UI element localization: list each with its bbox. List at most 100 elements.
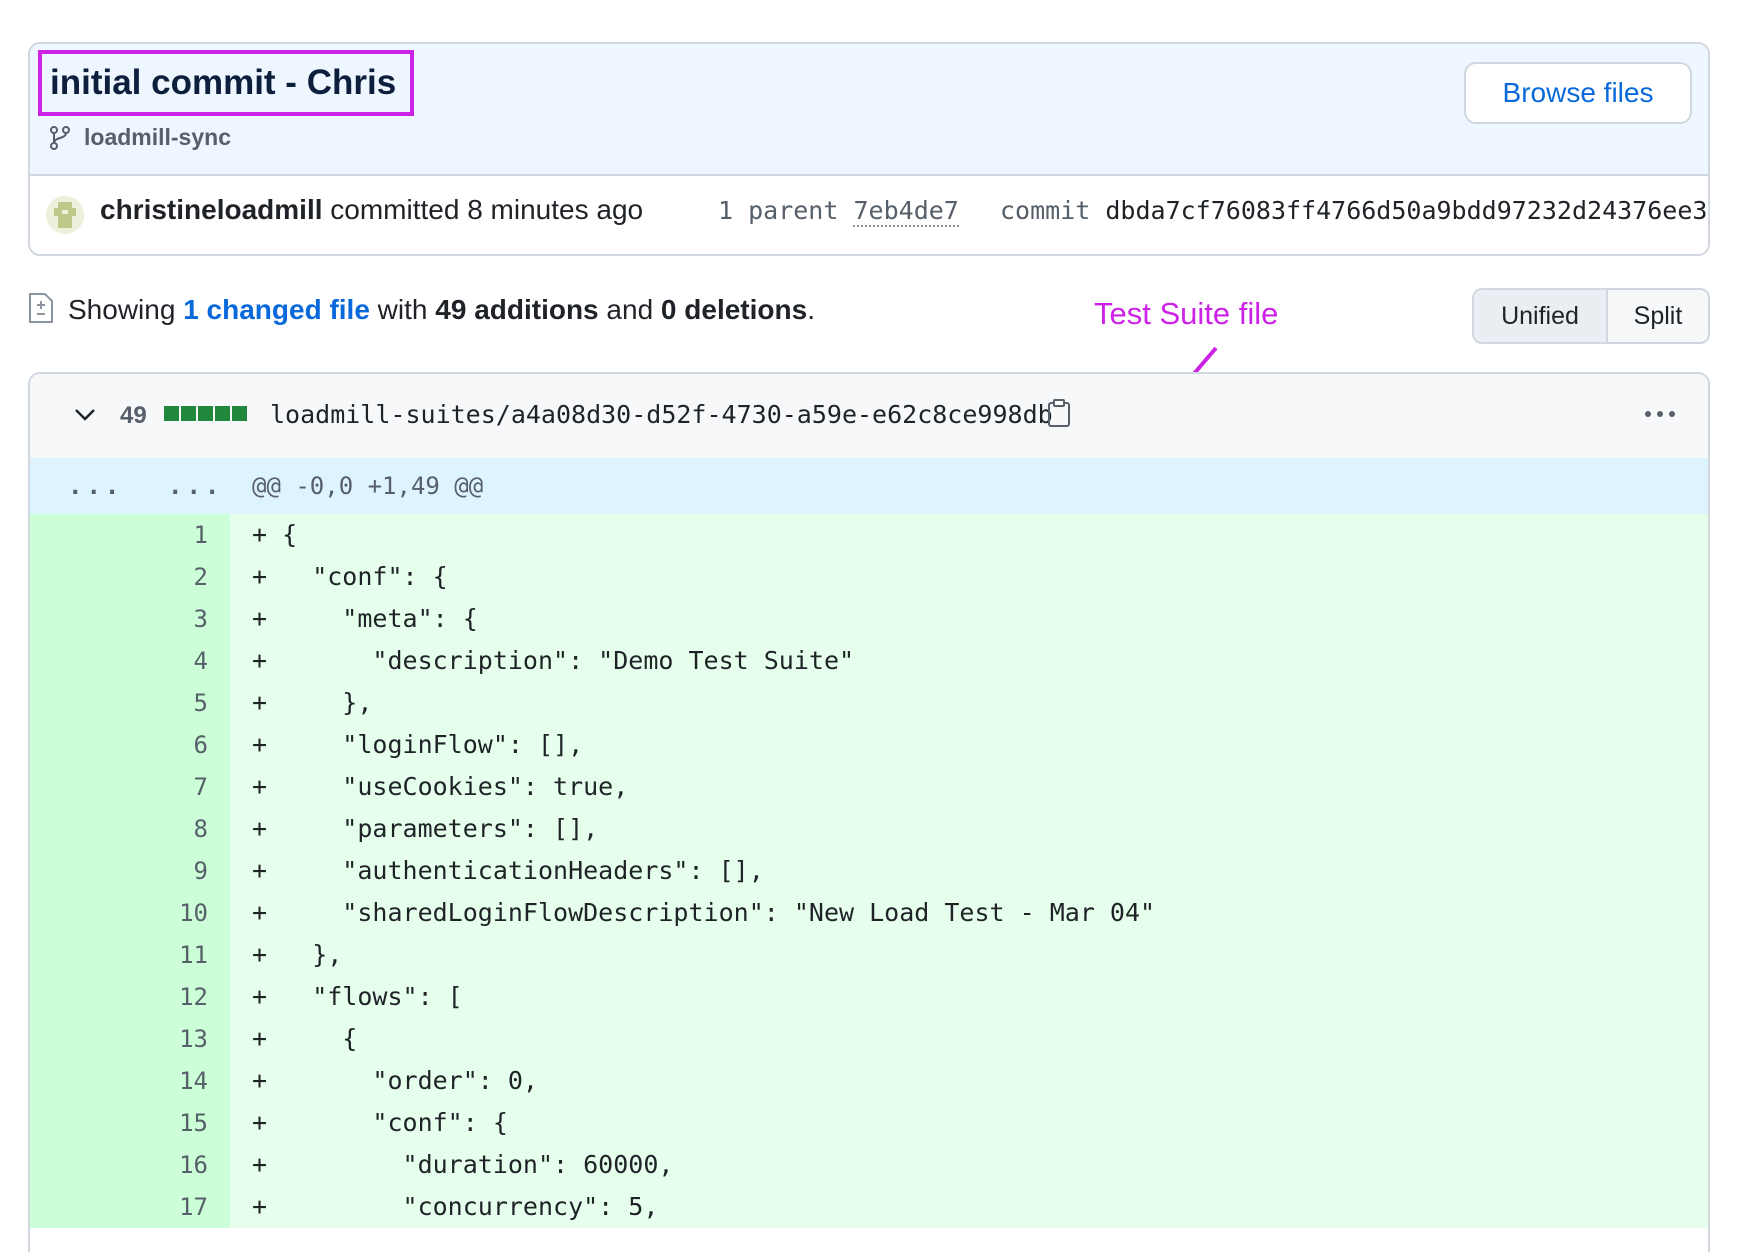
line-number[interactable]: 12 [179, 983, 208, 1011]
branch-indicator[interactable]: loadmill-sync [48, 124, 231, 151]
line-code: + "loginFlow": [], [252, 730, 584, 759]
branch-name[interactable]: loadmill-sync [84, 124, 231, 151]
hunk-expand-gutter[interactable]: ... ... [30, 458, 230, 514]
line-code: + { [252, 520, 298, 549]
line-number[interactable]: 14 [179, 1067, 208, 1095]
diff-line: 17 + "concurrency": 5, [30, 1186, 1708, 1228]
file-diff: 49 loadmill-suites/a4a08d30-d52f-4730-a5… [28, 372, 1710, 1252]
line-number[interactable]: 17 [179, 1193, 208, 1221]
deletions-count: 0 deletions [660, 294, 808, 325]
line-code: + "sharedLoginFlowDescription": "New Loa… [252, 898, 1156, 927]
diff-line: 4 + "description": "Demo Test Suite" [30, 640, 1708, 682]
summary-showing: Showing [68, 294, 184, 325]
line-number[interactable]: 2 [194, 563, 208, 591]
chevron-down-icon[interactable] [74, 408, 96, 422]
diffstat-block [164, 406, 179, 421]
diff-line: 10 + "sharedLoginFlowDescription": "New L… [30, 892, 1708, 934]
line-number[interactable]: 15 [179, 1109, 208, 1137]
diff-line: 12 + "flows": [ [30, 976, 1708, 1018]
author-name[interactable]: christineloadmill [100, 194, 323, 225]
line-code: + "flows": [ [252, 982, 463, 1011]
summary-end: . [807, 294, 815, 325]
avatar[interactable] [46, 196, 84, 234]
line-code: + "concurrency": 5, [252, 1192, 659, 1221]
diff-line: 1 + { [30, 514, 1708, 556]
git-branch-icon [50, 125, 70, 150]
file-header: 49 loadmill-suites/a4a08d30-d52f-4730-a5… [30, 374, 1708, 460]
parent-label: 1 parent [718, 196, 839, 225]
hunk-header: ... ... @@ -0,0 +1,49 @@ [30, 458, 1708, 514]
hunk-header-text: @@ -0,0 +1,49 @@ [252, 472, 484, 500]
line-number[interactable]: 3 [194, 605, 208, 633]
split-view-button[interactable]: Split [1608, 290, 1708, 342]
line-code: + "duration": 60000, [252, 1150, 674, 1179]
line-code: + }, [252, 688, 373, 717]
copy-icon[interactable] [1046, 398, 1072, 428]
line-code: + "parameters": [], [252, 814, 599, 843]
commit-label: commit [1000, 196, 1091, 225]
line-code: + "description": "Demo Test Suite" [252, 646, 855, 675]
line-code: + "order": 0, [252, 1066, 538, 1095]
commit-title: initial commit - Chris [38, 50, 415, 116]
diffstat-block [215, 406, 230, 421]
line-number[interactable]: 10 [179, 899, 208, 927]
kebab-menu-icon[interactable] [1644, 410, 1676, 418]
line-number[interactable]: 11 [179, 941, 208, 969]
line-code: + "meta": { [252, 604, 478, 633]
line-number[interactable]: 5 [194, 689, 208, 717]
commit-header: initial commit - Chris loadmill-sync Bro… [28, 42, 1710, 256]
parent-sha-link[interactable]: 7eb4de7 [853, 196, 959, 227]
diff-line: 9 + "authenticationHeaders": [], [30, 850, 1708, 892]
hunk-expand-left[interactable]: ... [68, 472, 123, 500]
line-number[interactable]: 7 [194, 773, 208, 801]
hunk-expand-right[interactable]: ... [168, 472, 223, 500]
line-code: + { [252, 1024, 358, 1053]
line-number[interactable]: 6 [194, 731, 208, 759]
line-code: + }, [252, 940, 343, 969]
diff-summary: Showing 1 changed file with 49 additions… [68, 294, 815, 326]
commit-author-line: christineloadmill committed 8 minutes ag… [100, 194, 643, 226]
annotation-label: Test Suite file [1094, 296, 1279, 331]
file-diff-icon [29, 293, 53, 323]
line-code: + "authenticationHeaders": [], [252, 856, 764, 885]
browse-files-button[interactable]: Browse files [1464, 62, 1692, 124]
line-number[interactable]: 16 [179, 1151, 208, 1179]
additions-count: 49 additions [435, 294, 599, 325]
diff-line: 15 + "conf": { [30, 1102, 1708, 1144]
diff-line: 7 + "useCookies": true, [30, 766, 1708, 808]
diff-line: 8 + "parameters": [], [30, 808, 1708, 850]
commit-title-section: initial commit - Chris loadmill-sync Bro… [30, 44, 1708, 176]
line-number[interactable]: 8 [194, 815, 208, 843]
diff-lines: 1 + { 2 + "conf": { 3 + "meta": { 4 + "descr… [30, 514, 1708, 1228]
diff-line: 14 + "order": 0, [30, 1060, 1708, 1102]
diffstat-block [198, 406, 213, 421]
diff-line: 16 + "duration": 60000, [30, 1144, 1708, 1186]
commit-meta: christineloadmill committed 8 minutes ag… [30, 174, 1708, 254]
commit-sha: dbda7cf76083ff4766d50a9bdd97232d24376ee3 [1105, 196, 1708, 225]
line-number[interactable]: 13 [179, 1025, 208, 1053]
summary-with: with [369, 294, 436, 325]
changed-files-link[interactable]: 1 changed file [183, 294, 370, 325]
line-code: + "useCookies": true, [252, 772, 629, 801]
committed-time: committed 8 minutes ago [322, 194, 644, 225]
diff-line: 2 + "conf": { [30, 556, 1708, 598]
diffstat-block [232, 406, 247, 421]
file-additions-count: 49 [120, 402, 147, 429]
diffstat-block [181, 406, 196, 421]
line-code: + "conf": { [252, 562, 448, 591]
diff-line: 5 + }, [30, 682, 1708, 724]
line-number[interactable]: 1 [194, 521, 208, 549]
diff-view-toggle: Unified Split [1472, 288, 1710, 344]
commit-sha-info: commit dbda7cf76083ff4766d50a9bdd97232d2… [1000, 196, 1707, 225]
line-number[interactable]: 4 [194, 647, 208, 675]
unified-view-button[interactable]: Unified [1474, 290, 1608, 342]
file-path-link[interactable]: loadmill-suites/a4a08d30-d52f-4730-a59e-… [270, 400, 1053, 429]
diff-line: 11 + }, [30, 934, 1708, 976]
diffstat-bar [164, 406, 247, 421]
diff-line: 3 + "meta": { [30, 598, 1708, 640]
line-number[interactable]: 9 [194, 857, 208, 885]
parent-info: 1 parent 7eb4de7 [718, 196, 959, 227]
summary-and: and [598, 294, 661, 325]
diff-line: 13 + { [30, 1018, 1708, 1060]
diff-line: 6 + "loginFlow": [], [30, 724, 1708, 766]
